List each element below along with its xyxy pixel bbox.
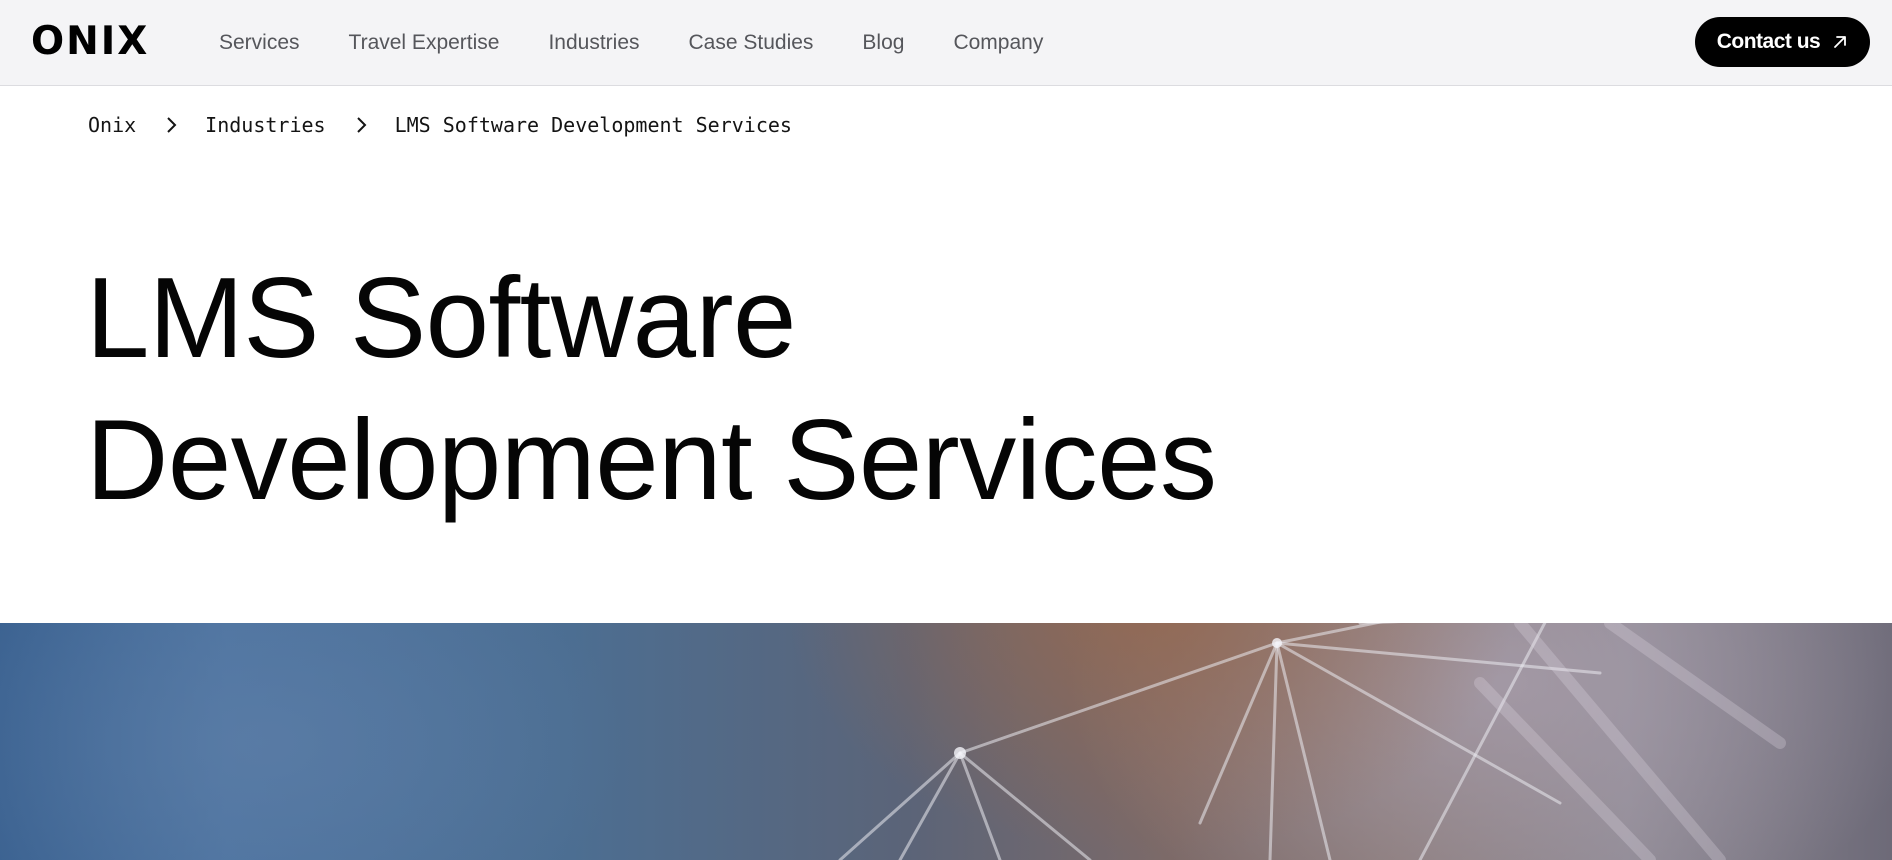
breadcrumb: Onix Industries LMS Software Development… [88, 110, 792, 140]
page-title-line-1: LMS Software [86, 255, 796, 382]
main-nav: Services Travel Expertise Industries Cas… [219, 26, 1092, 60]
contact-us-label: Contact us [1716, 30, 1821, 53]
chevron-right-icon [356, 117, 367, 133]
nav-item-blog[interactable]: Blog [862, 26, 904, 60]
chevron-right-icon [167, 117, 177, 133]
nav-item-services[interactable]: Services [219, 26, 300, 60]
page: ONIX Services Travel Expertise Industrie… [0, 0, 1892, 860]
nav-item-industries[interactable]: Industries [548, 26, 639, 60]
contact-us-button[interactable]: Contact us [1695, 17, 1870, 67]
nav-item-company[interactable]: Company [953, 26, 1043, 60]
hero-image [0, 623, 1892, 860]
breadcrumb-item-onix[interactable]: Onix [88, 110, 136, 140]
arrow-up-right-icon [1834, 36, 1847, 48]
network-lines-graphic [838, 623, 1786, 860]
breadcrumb-item-current: LMS Software Development Services [394, 113, 792, 137]
onix-logo[interactable]: ONIX [31, 22, 149, 62]
page-title: LMS Software Development Services [86, 248, 1386, 532]
site-header: ONIX Services Travel Expertise Industrie… [0, 0, 1892, 86]
breadcrumb-item-industries[interactable]: Industries [205, 110, 325, 140]
nav-item-case-studies[interactable]: Case Studies [689, 26, 814, 60]
nav-item-travel-expertise[interactable]: Travel Expertise [349, 26, 500, 60]
page-title-line-2: Development Services [86, 397, 1217, 524]
